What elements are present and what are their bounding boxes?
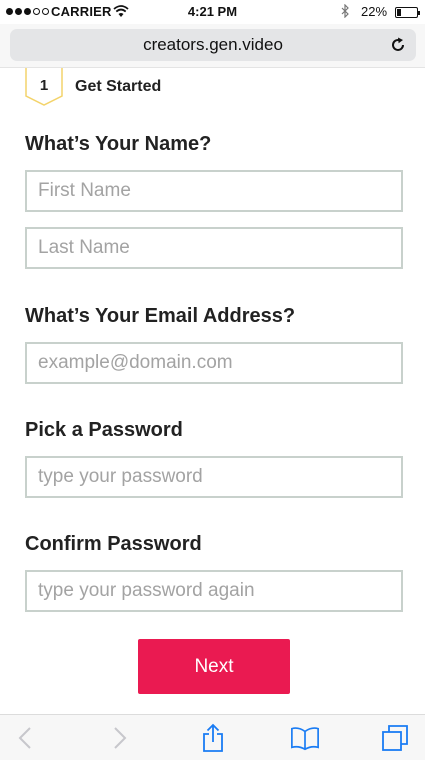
status-bar: CARRIER 4:21 PM 22% [0,0,425,24]
tabs-button[interactable] [380,723,410,753]
bluetooth-icon [341,4,349,18]
first-name-input[interactable] [25,170,403,212]
step-number: 1 [40,77,48,94]
forward-icon [114,727,127,749]
email-label: What’s Your Email Address? [25,305,296,327]
back-button[interactable] [10,723,40,753]
step-title: Get Started [75,78,162,95]
password-input[interactable] [25,456,403,498]
url-text: creators.gen.video [143,35,283,54]
browser-address-bar: creators.gen.video [0,24,425,68]
bookmarks-icon [291,727,319,751]
share-button[interactable] [198,723,228,753]
email-input[interactable] [25,342,403,384]
confirm-password-label: Confirm Password [25,533,202,555]
reload-icon[interactable] [390,37,406,53]
share-icon [203,723,223,752]
confirm-password-input[interactable] [25,570,403,612]
name-label: What’s Your Name? [25,133,212,155]
forward-button[interactable] [105,723,135,753]
url-field[interactable]: creators.gen.video [10,29,416,61]
next-button[interactable]: Next [138,639,290,694]
browser-toolbar [0,714,425,760]
password-label: Pick a Password [25,419,183,441]
back-icon [18,727,31,749]
battery-percent: 22% [361,4,388,19]
last-name-input[interactable] [25,227,403,269]
step-number-badge: 1 [25,68,63,106]
battery-icon [395,7,420,18]
tabs-icon [382,725,408,751]
bookmarks-button[interactable] [290,723,320,753]
